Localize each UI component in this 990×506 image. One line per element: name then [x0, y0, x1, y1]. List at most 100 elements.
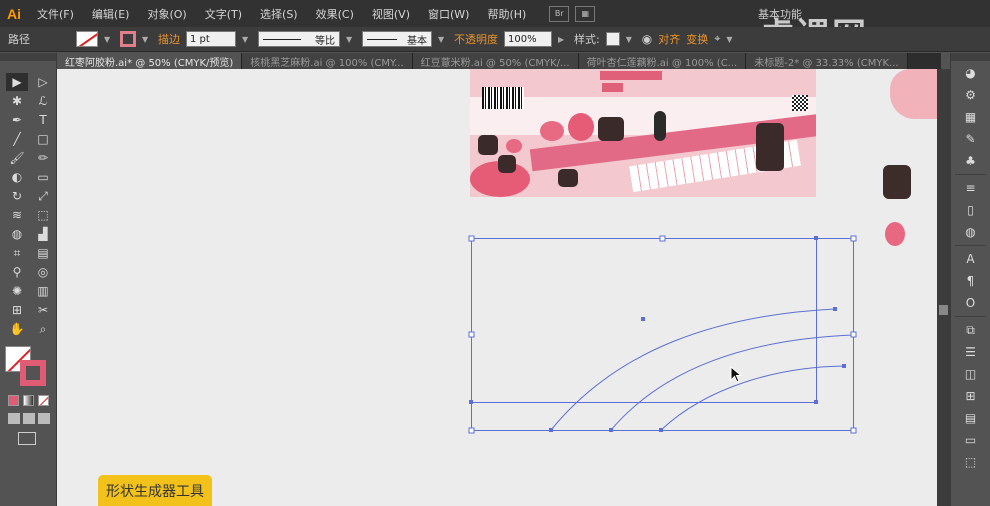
center-point[interactable]	[641, 317, 645, 321]
scale-tool[interactable]: ⤢	[32, 187, 54, 205]
variable-width-profile[interactable]: 等比	[258, 31, 340, 47]
paintbrush-tool[interactable]: 🖌	[6, 149, 28, 167]
bbox-handle[interactable]	[468, 427, 475, 434]
magic-wand-tool[interactable]: ✱	[6, 92, 28, 110]
graphic-style-swatch[interactable]	[605, 32, 620, 46]
hand-tool[interactable]: ✋	[6, 320, 28, 338]
transparency-icon[interactable]: ◍	[956, 222, 986, 242]
selection-bounding-box[interactable]	[471, 238, 854, 431]
pen-tool[interactable]: ✒	[6, 111, 28, 129]
chevron-down-icon[interactable]: ▼	[346, 35, 356, 44]
bbox-handle[interactable]	[850, 235, 857, 242]
bbox-handle[interactable]	[659, 235, 666, 242]
swatches-icon[interactable]: ▦	[956, 107, 986, 127]
chevron-down-icon[interactable]: ▼	[626, 35, 636, 44]
fill-swatch[interactable]	[76, 31, 98, 47]
chevron-right-icon[interactable]: ▶	[558, 35, 568, 44]
color-guide-icon[interactable]: ⚙	[956, 85, 986, 105]
rectangle-tool[interactable]: □	[32, 130, 54, 148]
chevron-down-icon[interactable]: ▼	[438, 35, 448, 44]
stroke-label[interactable]: 描边	[158, 31, 180, 47]
blob-brush-tool[interactable]: ◐	[6, 168, 28, 186]
free-transform-tool[interactable]: ⬚	[32, 206, 54, 224]
draw-normal-button[interactable]	[8, 413, 20, 424]
bbox-handle[interactable]	[468, 235, 475, 242]
artboard-tool[interactable]: ⊞	[6, 301, 28, 319]
selection-tool[interactable]: ▶	[6, 73, 28, 91]
opentype-icon[interactable]: O	[956, 293, 986, 313]
align-icon[interactable]: ☰	[956, 342, 986, 362]
anchor-point[interactable]	[814, 400, 818, 404]
anchor-point[interactable]	[842, 364, 846, 368]
document-tab[interactable]: 红豆薏米粉.ai @ 50% (CMYK/...	[412, 53, 579, 69]
align-label[interactable]: 对齐	[658, 31, 680, 47]
screen-mode-button[interactable]	[18, 432, 36, 445]
menu-item[interactable]: 文件(F)	[28, 6, 83, 22]
gradient-tool[interactable]: ▤	[32, 244, 54, 262]
vertical-scrollbar[interactable]	[937, 69, 950, 506]
anchor-point[interactable]	[469, 400, 473, 404]
none-mode-button[interactable]	[38, 395, 49, 406]
bridge-button[interactable]: Br	[549, 5, 570, 22]
draw-behind-button[interactable]	[23, 413, 35, 424]
gradient-mode-button[interactable]	[23, 395, 34, 406]
color-mode-button[interactable]	[8, 395, 19, 406]
stroke-swatch[interactable]	[120, 31, 136, 47]
transform-label[interactable]: 变换	[686, 31, 708, 47]
line-tool[interactable]: ╱	[6, 130, 28, 148]
recolor-icon[interactable]: ◉	[642, 32, 652, 46]
menu-item[interactable]: 选择(S)	[251, 6, 307, 22]
chevron-down-icon[interactable]: ▼	[242, 35, 252, 44]
menu-item[interactable]: 视图(V)	[363, 6, 419, 22]
lasso-tool[interactable]: ℒ	[32, 92, 54, 110]
eyedropper-tool[interactable]: ⚲	[6, 263, 28, 281]
anchor-point[interactable]	[549, 428, 553, 432]
perspective-grid-tool[interactable]: ▟	[32, 225, 54, 243]
scrollbar-thumb[interactable]	[939, 305, 948, 315]
symbol-sprayer-tool[interactable]: ✺	[6, 282, 28, 300]
transform-icon[interactable]: ⊞	[956, 386, 986, 406]
document-tab[interactable]: 核桃黑芝麻粉.ai @ 100% (CMY...	[242, 53, 413, 69]
rotate-tool[interactable]: ↻	[6, 187, 28, 205]
menu-item[interactable]: 窗口(W)	[419, 6, 478, 22]
canvas[interactable]: 形状生成器工具	[57, 69, 937, 506]
pathfinder-icon[interactable]: ◫	[956, 364, 986, 384]
document-tab[interactable]: 荷叶杏仁莲藕粉.ai @ 100% (C...	[578, 53, 747, 69]
opacity-input[interactable]: 100%	[504, 31, 552, 47]
chevron-down-icon[interactable]: ▼	[726, 35, 736, 44]
isolate-icon[interactable]: ⌖	[714, 32, 720, 46]
asset-export-icon[interactable]: ⬚	[956, 452, 986, 472]
type-tool[interactable]: T	[32, 111, 54, 129]
anchor-point[interactable]	[659, 428, 663, 432]
gradient-icon[interactable]: ▯	[956, 200, 986, 220]
menu-item[interactable]: 帮助(H)	[478, 6, 535, 22]
symbols-icon[interactable]: ♣	[956, 151, 986, 171]
document-tab[interactable]: 未标题-2* @ 33.33% (CMYK...	[746, 53, 908, 69]
character-icon[interactable]: A	[956, 249, 986, 269]
artboards-icon[interactable]: ▭	[956, 430, 986, 450]
brush-definition[interactable]: 基本	[362, 31, 432, 47]
arrange-documents-button[interactable]: ▦	[575, 5, 596, 22]
stroke-weight-input[interactable]: 1 pt	[186, 31, 236, 47]
menu-item[interactable]: 效果(C)	[307, 6, 363, 22]
bbox-handle[interactable]	[850, 331, 857, 338]
shape-builder-tool[interactable]: ◍	[6, 225, 28, 243]
pencil-tool[interactable]: ✏	[32, 149, 54, 167]
slice-tool[interactable]: ✂	[32, 301, 54, 319]
links-icon[interactable]: ⧉	[956, 320, 986, 340]
panel-grip[interactable]	[0, 53, 56, 61]
eraser-tool[interactable]: ▭	[32, 168, 54, 186]
brushes-icon[interactable]: ✎	[956, 129, 986, 149]
color-icon[interactable]: ◕	[956, 63, 986, 83]
bbox-handle[interactable]	[468, 331, 475, 338]
direct-selection-tool[interactable]: ▷	[32, 73, 54, 91]
chevron-down-icon[interactable]: ▼	[104, 35, 114, 44]
zoom-tool[interactable]: ⌕	[32, 320, 54, 338]
paragraph-icon[interactable]: ¶	[956, 271, 986, 291]
panel-grip[interactable]	[951, 53, 990, 61]
stroke-color-swatch[interactable]	[20, 360, 46, 386]
document-tab[interactable]: 红枣阿胶粉.ai* @ 50% (CMYK/预览)	[57, 53, 243, 69]
layers-icon[interactable]: ▤	[956, 408, 986, 428]
menu-item[interactable]: 对象(O)	[138, 6, 195, 22]
anchor-point[interactable]	[609, 428, 613, 432]
